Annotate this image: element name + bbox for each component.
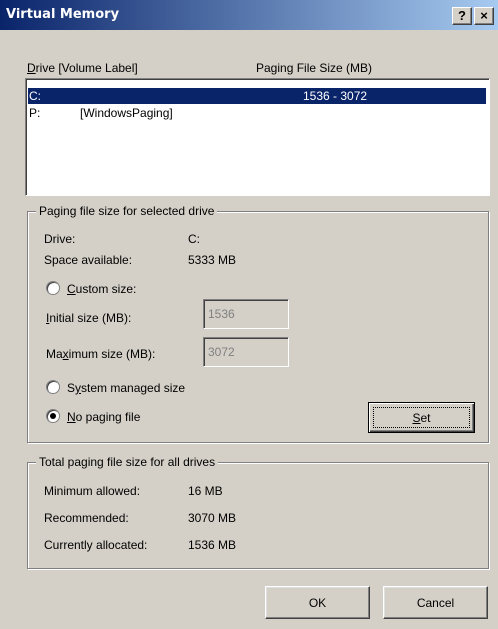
window-title: Virtual Memory [6,7,120,22]
virtual-memory-dialog: Virtual Memory ? × Drive [Volume Label] … [0,0,498,629]
recommended-value: 3070 MB [188,511,237,525]
no-paging-file-label[interactable]: No paging file [67,410,140,424]
recommended-label: Recommended: [44,511,129,525]
drive-letter: P: [29,106,41,120]
drive-label: Drive: [44,232,76,246]
drive-value: C: [188,232,200,246]
space-available-value: 5333 MB [188,253,237,267]
currently-allocated-value: 1536 MB [188,538,237,552]
currently-allocated-label: Currently allocated: [44,538,148,552]
custom-size-radio[interactable] [46,281,60,295]
drive-volume-label: [WindowsPaging] [80,106,173,120]
initial-size-input[interactable] [203,299,289,329]
maximum-size-input[interactable] [203,337,289,367]
close-button[interactable]: × [474,7,494,25]
help-button[interactable]: ? [452,7,472,25]
selected-drive-group-title: Paging file size for selected drive [36,204,218,218]
ok-button[interactable]: OK [265,586,370,619]
drive-letter: C: [29,89,41,103]
totals-group-title: Total paging file size for all drives [36,455,219,469]
drive-row-c[interactable]: C: 1536 - 3072 [28,88,486,104]
system-managed-label[interactable]: System managed size [67,381,185,395]
space-available-label: Space available: [44,253,133,267]
drive-paging-size: 1536 - 3072 [303,89,368,103]
maximum-size-label: Maximum size (MB): [46,347,156,361]
set-button[interactable]: Set [368,402,475,433]
no-paging-file-radio[interactable] [46,409,60,423]
drive-column-header: Drive [Volume Label] [27,61,138,75]
cancel-button[interactable]: Cancel [383,586,488,619]
paging-size-column-header: Paging File Size (MB) [256,61,373,75]
title-bar[interactable]: Virtual Memory ? × [0,0,498,30]
minimum-allowed-value: 16 MB [188,484,223,498]
custom-size-label[interactable]: Custom size: [67,282,136,296]
drive-list[interactable]: C: 1536 - 3072 P: [WindowsPaging] [25,78,490,196]
initial-size-label: Initial size (MB): [46,311,132,325]
drive-row-p[interactable]: P: [WindowsPaging] [28,105,486,121]
system-managed-radio[interactable] [46,380,60,394]
minimum-allowed-label: Minimum allowed: [44,484,141,498]
